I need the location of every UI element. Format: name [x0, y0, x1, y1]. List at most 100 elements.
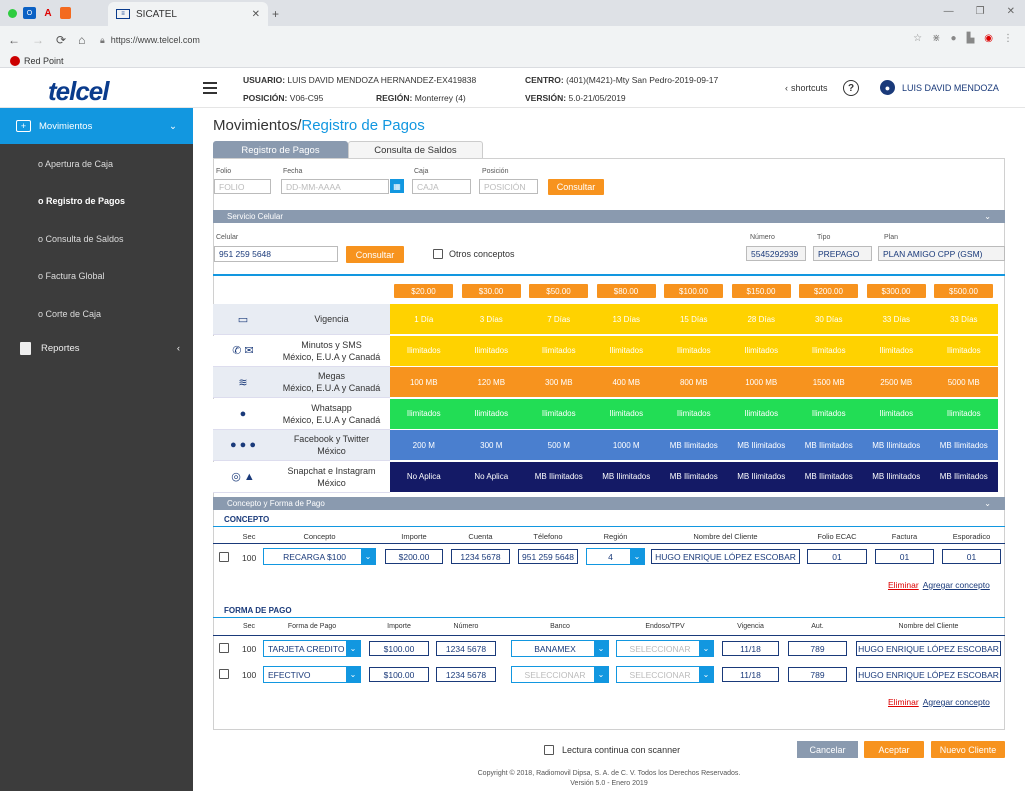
forward-icon[interactable]: →	[32, 33, 44, 47]
reload-icon[interactable]: ⟳	[56, 33, 66, 47]
sidebar-item-corte[interactable]: o Corte de Caja	[0, 295, 193, 332]
plan-cell[interactable]: MB Ilimitados	[727, 430, 795, 461]
plan-cell[interactable]: No Aplica	[457, 461, 525, 493]
extension-icon-2[interactable]: ●	[951, 33, 957, 44]
fecha-input[interactable]: DD-MM-AAAA	[281, 179, 389, 194]
aceptar-button[interactable]: Aceptar	[864, 741, 924, 758]
plan-cell[interactable]: Ilimitados	[862, 335, 930, 367]
calendar-icon[interactable]: ▦	[390, 179, 404, 193]
plan-cell[interactable]: 400 MB	[592, 367, 660, 398]
price-chip-0[interactable]: $20.00	[394, 284, 453, 298]
plan-cell[interactable]: 1000 MB	[727, 367, 795, 398]
plan-cell[interactable]: 30 Días	[795, 304, 863, 335]
pago-importe[interactable]: $100.00	[369, 641, 429, 656]
plan-cell[interactable]: Ilimitados	[930, 335, 998, 367]
plan-cell[interactable]: Ilimitados	[390, 398, 458, 430]
extension-icon[interactable]	[60, 7, 71, 19]
consultar-celular-button[interactable]: Consultar	[346, 246, 404, 263]
hamburger-menu-icon[interactable]	[203, 82, 217, 94]
plan-cell[interactable]: Ilimitados	[795, 335, 863, 367]
pago-checkbox[interactable]	[219, 669, 229, 679]
caja-input[interactable]: CAJA	[412, 179, 471, 194]
plan-cell[interactable]: MB Ilimitados	[795, 461, 863, 493]
concepto-checkbox[interactable]	[219, 552, 229, 562]
plan-cell[interactable]: Ilimitados	[862, 398, 930, 430]
extension-icon-3[interactable]: ▙	[967, 33, 975, 44]
plan-cell[interactable]: Ilimitados	[727, 398, 795, 430]
home-icon[interactable]: ⌂	[78, 33, 85, 47]
plan-cell[interactable]: Ilimitados	[592, 335, 660, 367]
endoso-select[interactable]: SELECCIONAR ⌄	[616, 666, 714, 683]
factura[interactable]: 01	[875, 549, 934, 564]
sidebar-item-registro[interactable]: o Registro de Pagos	[0, 182, 193, 219]
plan-cell[interactable]: 1000 M	[592, 430, 660, 461]
pago-numero[interactable]: 1234 5678	[436, 641, 496, 656]
plan-cell[interactable]: 33 Días	[862, 304, 930, 335]
plan-cell[interactable]: 1500 MB	[795, 367, 863, 398]
browser-tab[interactable]: ≡ SICATEL ✕	[108, 2, 268, 26]
pago-vigencia[interactable]: 11/18	[722, 641, 779, 656]
plan-cell[interactable]: MB Ilimitados	[660, 461, 728, 493]
plan-cell[interactable]: Ilimitados	[592, 398, 660, 430]
plan-cell[interactable]: 5000 MB	[930, 367, 998, 398]
folio-ecac[interactable]: 01	[807, 549, 867, 564]
plan-cell[interactable]: 28 Días	[727, 304, 795, 335]
plan-cell[interactable]: 200 M	[390, 430, 458, 461]
pago-vigencia[interactable]: 11/18	[722, 667, 779, 682]
price-chip-1[interactable]: $30.00	[461, 284, 521, 298]
plan-cell[interactable]: 3 Días	[457, 304, 525, 335]
adobe-icon[interactable]: A	[42, 7, 54, 19]
concepto-eliminar-link[interactable]: Eliminar	[888, 580, 919, 590]
pago-agregar-link[interactable]: Agregar concepto	[923, 697, 990, 707]
tab-registro[interactable]: Registro de Pagos	[213, 141, 348, 158]
plan-cell[interactable]: No Aplica	[390, 461, 458, 493]
outlook-icon[interactable]: O	[23, 7, 36, 19]
concepto-select[interactable]: RECARGA $100 ⌄	[263, 548, 376, 565]
help-icon[interactable]: ?	[843, 80, 859, 96]
plan-cell[interactable]: Ilimitados	[660, 398, 728, 430]
sidebar-item-apertura[interactable]: o Apertura de Caja	[0, 145, 193, 182]
concepto-agregar-link[interactable]: Agregar concepto	[923, 580, 990, 590]
sidebar-item-factura[interactable]: o Factura Global	[0, 257, 193, 294]
sidebar-item-movimientos[interactable]: + Movimientos ⌄	[0, 108, 193, 144]
otros-conceptos[interactable]: Otros conceptos	[433, 249, 515, 259]
plan-cell[interactable]: 1 Día	[390, 304, 458, 335]
plan-cell[interactable]: 500 M	[525, 430, 593, 461]
scanner-checkbox[interactable]	[544, 745, 554, 755]
posicion-input[interactable]: POSICIÓN	[479, 179, 538, 194]
nuevo-cliente-button[interactable]: Nuevo Cliente	[931, 741, 1005, 758]
pago-importe[interactable]: $100.00	[369, 667, 429, 682]
pago-checkbox[interactable]	[219, 643, 229, 653]
banco-select[interactable]: SELECCIONAR ⌄	[511, 666, 609, 683]
minimize-icon[interactable]: —	[944, 6, 954, 17]
plan-cell[interactable]: 800 MB	[660, 367, 728, 398]
plan-cell[interactable]: 300 M	[457, 430, 525, 461]
plan-cell[interactable]: Ilimitados	[525, 398, 593, 430]
celular-input[interactable]: 951 259 5648	[214, 246, 338, 262]
bookmark-redpoint[interactable]: Red Point	[24, 56, 64, 66]
price-chip-5[interactable]: $150.00	[731, 284, 791, 298]
concepto-bar[interactable]: Concepto y Forma de Pago ⌄	[213, 497, 1005, 510]
tab-consulta[interactable]: Consulta de Saldos	[348, 141, 483, 158]
banco-select[interactable]: BANAMEX ⌄	[511, 640, 609, 657]
plan-cell[interactable]: MB Ilimitados	[862, 430, 930, 461]
plan-cell[interactable]: 33 Días	[930, 304, 998, 335]
close-window-icon[interactable]: ✕	[1007, 6, 1015, 17]
pago-numero[interactable]: 1234 5678	[436, 667, 496, 682]
region-select[interactable]: 4 ⌄	[586, 548, 645, 565]
consultar-filter-button[interactable]: Consultar	[548, 179, 604, 195]
pago-cliente[interactable]: HUGO ENRIQUE LÓPEZ ESCOBAR	[856, 667, 1001, 682]
new-tab-icon[interactable]: +	[272, 7, 279, 21]
back-icon[interactable]: ←	[8, 33, 20, 47]
pago-eliminar-link[interactable]: Eliminar	[888, 697, 919, 707]
plan-cell[interactable]: 2500 MB	[862, 367, 930, 398]
plan-cell[interactable]: 120 MB	[457, 367, 525, 398]
menu-kebab-icon[interactable]: ⋮	[1003, 33, 1013, 44]
plan-cell[interactable]: MB Ilimitados	[930, 430, 998, 461]
user-menu[interactable]: ● LUIS DAVID MENDOZA	[880, 80, 999, 95]
url-bar[interactable]: 🔒︎ https://www.telcel.com	[100, 32, 900, 48]
pago-aut[interactable]: 789	[788, 641, 847, 656]
plan-cell[interactable]: Ilimitados	[390, 335, 458, 367]
shortcuts-link[interactable]: ‹ shortcuts	[785, 83, 828, 93]
plan-cell[interactable]: 15 Días	[660, 304, 728, 335]
